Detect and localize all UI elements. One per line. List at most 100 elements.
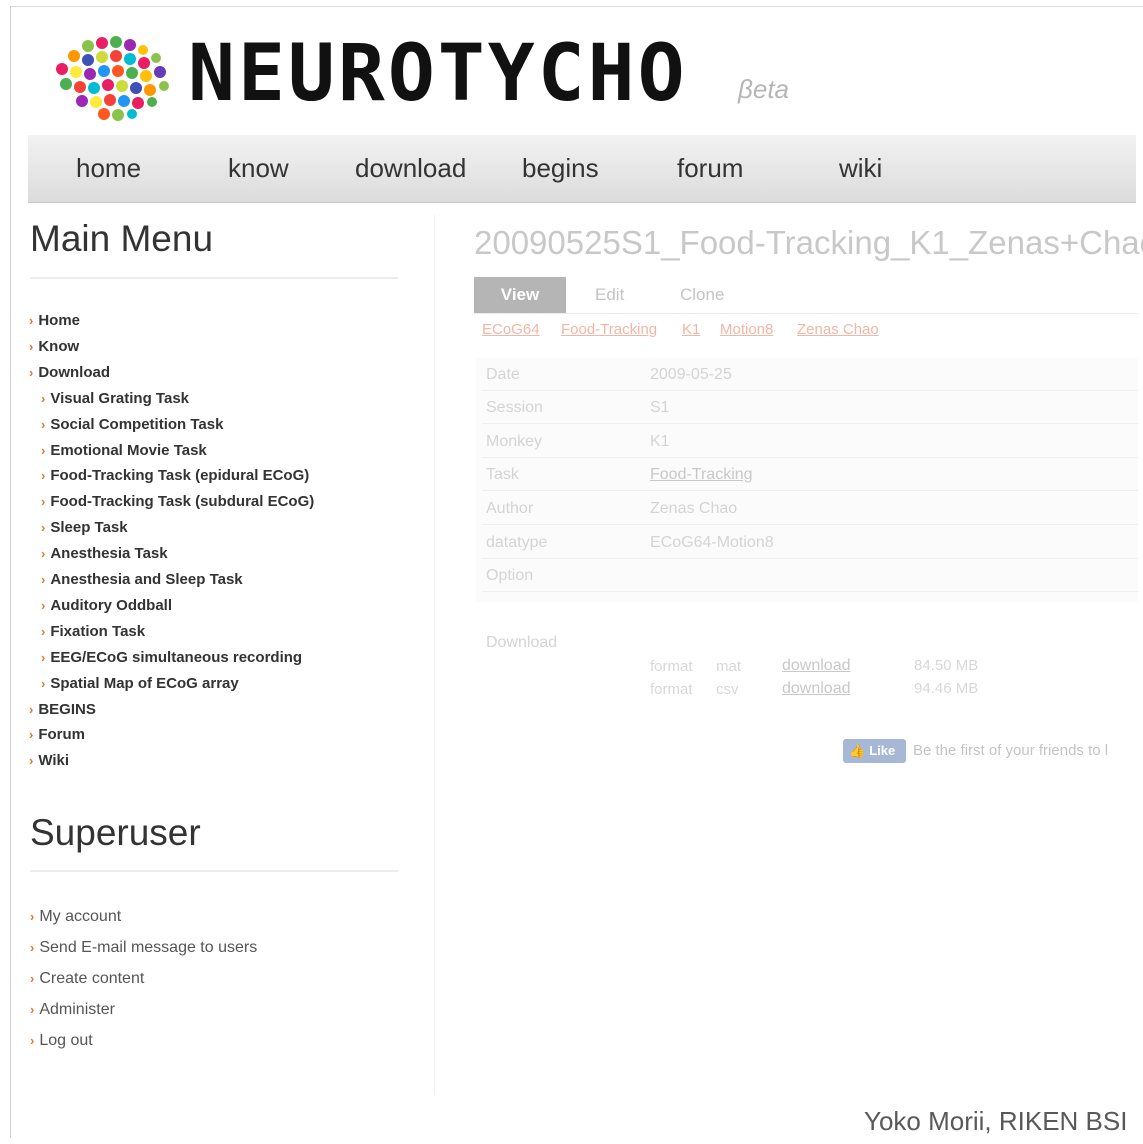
sidebar-item-label: Auditory Oddball: [50, 596, 173, 614]
format-label: format: [650, 681, 693, 698]
fields-table: [476, 358, 1138, 602]
tab-clone[interactable]: Clone: [680, 277, 724, 313]
chevron-right-icon: ›: [30, 1033, 35, 1048]
sidebar-item-label: Fixation Task: [50, 622, 146, 640]
sidebar-item-label: Food-Tracking Task (epidural ECoG): [50, 467, 310, 485]
field-value-task[interactable]: Food-Tracking: [650, 466, 753, 484]
superuser-item-my-account[interactable]: › My account: [30, 908, 121, 926]
nav-download[interactable]: download: [355, 153, 466, 184]
tag-ecog64[interactable]: ECoG64: [482, 321, 540, 338]
tag-food-tracking[interactable]: Food-Tracking: [561, 321, 657, 338]
field-value-datatype: ECoG64-Motion8: [650, 534, 774, 551]
sidebar-item-begins[interactable]: › BEGINS: [29, 701, 96, 718]
sidebar-item-sleep-task[interactable]: › Sleep Task: [41, 519, 128, 536]
superuser-item-label: Send E-mail message to users: [39, 939, 258, 956]
sidebar-item-auditory-oddball[interactable]: › Auditory Oddball: [41, 597, 172, 614]
sidebar-item-food-tracking-task-epidural-ecog[interactable]: › Food-Tracking Task (epidural ECoG): [41, 467, 309, 484]
sidebar-item-label: Know: [38, 337, 80, 355]
chevron-right-icon: ›: [29, 701, 34, 717]
sidebar-item-food-tracking-task-subdural-ecog[interactable]: › Food-Tracking Task (subdural ECoG): [41, 493, 314, 510]
sidebar-item-spatial-map-of-ecog-array[interactable]: › Spatial Map of ECoG array: [41, 675, 239, 692]
chevron-right-icon: ›: [41, 442, 46, 458]
field-divider: [482, 423, 1138, 424]
superuser-heading: Superuser: [30, 812, 201, 853]
image-credit: Yoko Morii, RIKEN BSI: [864, 1106, 1128, 1136]
chevron-right-icon: ›: [30, 1002, 35, 1017]
main-menu-divider: [30, 277, 398, 279]
sidebar-item-emotional-movie-task[interactable]: › Emotional Movie Task: [41, 442, 207, 459]
chevron-right-icon: ›: [41, 520, 46, 536]
sidebar-item-know[interactable]: › Know: [29, 338, 79, 355]
superuser-item-log-out[interactable]: › Log out: [30, 1032, 93, 1050]
chevron-right-icon: ›: [41, 416, 46, 432]
field-divider: [482, 558, 1138, 559]
sidebar-item-label: Home: [38, 312, 81, 329]
file-size: 94.46 MB: [914, 680, 979, 697]
field-divider: [482, 591, 1138, 592]
sidebar-item-social-competition-task[interactable]: › Social Competition Task: [41, 416, 223, 433]
sidebar-item-download[interactable]: › Download: [29, 364, 110, 381]
sidebar-item-label: Social Competition Task: [50, 415, 224, 433]
tab-view[interactable]: View: [474, 277, 566, 313]
nav-forum[interactable]: forum: [677, 153, 743, 184]
chevron-right-icon: ›: [41, 623, 46, 639]
sidebar-item-forum[interactable]: › Forum: [29, 726, 85, 743]
chevron-right-icon: ›: [29, 364, 34, 380]
facebook-like-button[interactable]: 👍 Like: [843, 739, 906, 763]
facebook-like-label: Like: [869, 743, 896, 758]
sidebar-item-anesthesia-task[interactable]: › Anesthesia Task: [41, 545, 168, 562]
tab-edit[interactable]: Edit: [595, 277, 624, 313]
sidebar-item-label: Anesthesia Task: [50, 545, 168, 563]
chevron-right-icon: ›: [30, 971, 35, 986]
field-label-author: Author: [486, 500, 534, 517]
sidebar-item-label: Forum: [38, 726, 86, 744]
superuser-item-send-email[interactable]: › Send E-mail message to users: [30, 939, 257, 957]
tag-motion8[interactable]: Motion8: [720, 321, 773, 338]
sidebar-item-home[interactable]: › Home: [29, 312, 80, 329]
site-logo[interactable]: NEUROTYCHO βeta: [48, 30, 808, 130]
tag-k1[interactable]: K1: [682, 321, 700, 338]
field-value-session: S1: [650, 399, 670, 416]
chevron-right-icon: ›: [41, 597, 46, 613]
sidebar-item-fixation-task[interactable]: › Fixation Task: [41, 623, 145, 640]
logo-beta-label: βeta: [738, 74, 789, 104]
chevron-right-icon: ›: [30, 909, 35, 924]
logo-dots-icon: [56, 36, 169, 121]
format-value: csv: [716, 681, 739, 698]
field-divider: [482, 490, 1138, 491]
field-divider: [482, 524, 1138, 525]
superuser-item-label: Create content: [39, 970, 145, 987]
tabs-divider: [474, 313, 1138, 314]
format-value: mat: [716, 658, 742, 675]
nav-home[interactable]: home: [76, 153, 141, 184]
download-csv-link[interactable]: download: [782, 680, 851, 698]
nav-begins[interactable]: begins: [522, 153, 599, 184]
facebook-like-text: Be the first of your friends to l: [913, 742, 1109, 759]
sidebar-item-label: Download: [38, 363, 111, 381]
sidebar-item-label: Emotional Movie Task: [50, 441, 207, 459]
sidebar-item-eeg-ecog-simultaneous-recording[interactable]: › EEG/ECoG simultaneous recording: [41, 649, 302, 666]
sidebar-item-wiki[interactable]: › Wiki: [29, 752, 69, 769]
field-value-monkey: K1: [650, 433, 670, 450]
chevron-right-icon: ›: [41, 494, 46, 510]
download-mat-link[interactable]: download: [782, 657, 851, 675]
chevron-right-icon: ›: [41, 649, 46, 665]
sidebar-item-visual-grating-task[interactable]: › Visual Grating Task: [41, 390, 189, 407]
nav-know[interactable]: know: [228, 153, 289, 184]
chevron-right-icon: ›: [29, 753, 34, 769]
chevron-right-icon: ›: [30, 940, 35, 955]
superuser-item-label: My account: [39, 908, 122, 925]
superuser-item-administer[interactable]: › Administer: [30, 1001, 115, 1019]
field-label-task: Task: [486, 466, 519, 483]
sidebar-item-anesthesia-and-sleep-task[interactable]: › Anesthesia and Sleep Task: [41, 571, 243, 588]
chevron-right-icon: ›: [41, 675, 46, 691]
sidebar-item-label: Wiki: [38, 752, 70, 770]
superuser-item-create-content[interactable]: › Create content: [30, 970, 144, 988]
chevron-right-icon: ›: [29, 338, 34, 354]
download-label: Download: [486, 634, 558, 651]
sidebar-item-label: Visual Grating Task: [50, 389, 190, 407]
field-label-monkey: Monkey: [486, 433, 543, 450]
sidebar-item-label: Anesthesia and Sleep Task: [50, 571, 243, 588]
tag-zenas-chao[interactable]: Zenas Chao: [797, 321, 879, 338]
nav-wiki[interactable]: wiki: [839, 153, 882, 184]
